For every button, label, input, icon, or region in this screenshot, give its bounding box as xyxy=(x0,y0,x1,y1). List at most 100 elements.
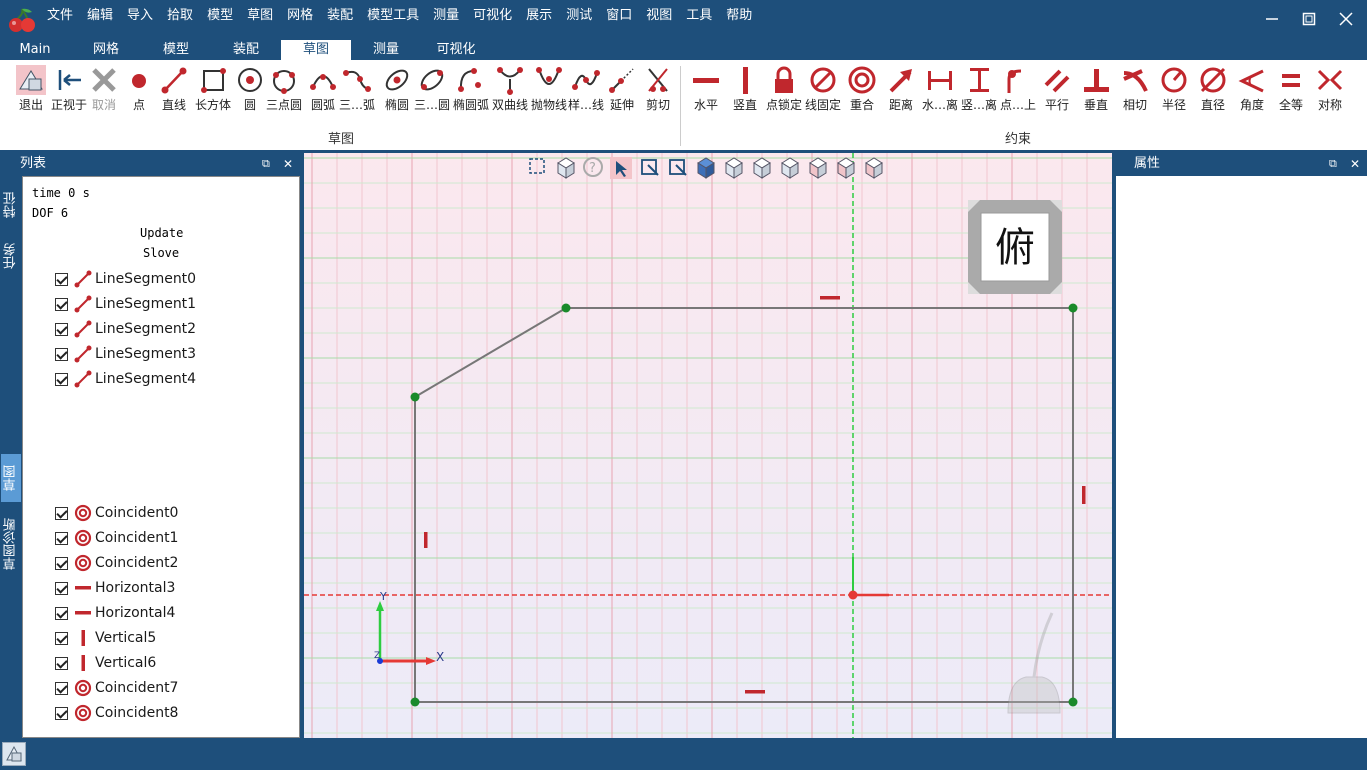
sketch-vertex xyxy=(561,303,571,313)
visibility-checkbox[interactable] xyxy=(55,581,68,595)
viewport-drawing[interactable]: ? 俯 X Y Z xyxy=(304,153,1112,738)
sketch-status-icon[interactable] xyxy=(2,742,26,766)
menu-item-9[interactable]: 测量 xyxy=(426,0,466,32)
symmetric-label: 对称 xyxy=(1317,98,1342,112)
tab-2[interactable]: 模型 xyxy=(145,40,207,60)
segment-row[interactable]: LineSegment3 xyxy=(55,342,196,366)
constraint-row[interactable]: Coincident8 xyxy=(55,701,178,725)
visibility-checkbox[interactable] xyxy=(55,372,68,386)
tab-3[interactable]: 装配 xyxy=(215,40,277,60)
menu-item-13[interactable]: 窗口 xyxy=(599,0,639,32)
visibility-checkbox[interactable] xyxy=(55,681,68,695)
menu-item-1[interactable]: 编辑 xyxy=(80,0,120,32)
tab-6[interactable]: 可视化 xyxy=(425,40,487,60)
view-tool-icon[interactable] xyxy=(610,157,632,179)
segment-row[interactable]: LineSegment1 xyxy=(55,292,196,316)
menu-item-14[interactable]: 视图 xyxy=(639,0,679,32)
view-tool-icon[interactable] xyxy=(697,157,715,179)
row-label: Horizontal3 xyxy=(95,580,176,596)
constraint-row[interactable]: Horizontal4 xyxy=(55,601,175,625)
menu-item-15[interactable]: 工具 xyxy=(679,0,719,32)
visibility-checkbox[interactable] xyxy=(55,556,68,570)
visibility-checkbox[interactable] xyxy=(55,631,68,645)
menu-item-7[interactable]: 装配 xyxy=(320,0,360,32)
visibility-checkbox[interactable] xyxy=(55,656,68,670)
update-button[interactable]: Update xyxy=(140,226,183,240)
view-cube[interactable]: 俯 xyxy=(968,200,1062,294)
left-tab-1[interactable]: 任务 xyxy=(1,234,21,278)
equal-icon xyxy=(1271,64,1311,96)
trim-button[interactable]: 剪切 xyxy=(638,64,678,120)
visibility-checkbox[interactable] xyxy=(55,531,68,545)
constraint-row[interactable]: Vertical5 xyxy=(55,626,156,650)
visibility-checkbox[interactable] xyxy=(55,506,68,520)
constraint-row[interactable]: Coincident2 xyxy=(55,551,178,575)
spline-icon xyxy=(566,64,606,96)
constraint-row[interactable]: Coincident7 xyxy=(55,676,178,700)
constraint-row[interactable]: Coincident1 xyxy=(55,526,178,550)
view-tool-icon[interactable] xyxy=(865,157,883,179)
view-tool-icon[interactable] xyxy=(753,157,771,179)
visibility-checkbox[interactable] xyxy=(55,297,68,311)
row-label: Coincident8 xyxy=(95,705,179,721)
normal-to-icon xyxy=(49,64,89,96)
props-close-icon[interactable]: ✕ xyxy=(1350,153,1360,175)
left-tab-2[interactable]: 草图 xyxy=(1,454,21,502)
close-icon[interactable] xyxy=(1332,6,1360,32)
menu-item-11[interactable]: 展示 xyxy=(519,0,559,32)
coincident-icon xyxy=(74,554,92,572)
row-label: Coincident2 xyxy=(95,555,179,571)
visibility-checkbox[interactable] xyxy=(55,347,68,361)
menu-item-12[interactable]: 测试 xyxy=(559,0,599,32)
menu-item-6[interactable]: 网格 xyxy=(280,0,320,32)
radius-icon xyxy=(1154,64,1194,96)
tab-4[interactable]: 草图 xyxy=(281,40,351,60)
segment-row[interactable]: LineSegment2 xyxy=(55,317,196,341)
segment-row[interactable]: LineSegment0 xyxy=(55,267,196,291)
view-tool-icon[interactable] xyxy=(781,157,799,179)
ribbon: 草图 约束 退出 正视于 取消点直线 长方体圆三点圆 圆弧 三…弧 椭圆 三…圆 椭圆弧 双曲线抛… xyxy=(0,60,1367,150)
ellipse-icon xyxy=(377,64,417,96)
menu-item-4[interactable]: 模型 xyxy=(200,0,240,32)
constraint-row[interactable]: Coincident0 xyxy=(55,501,178,525)
segment-row[interactable]: LineSegment4 xyxy=(55,367,196,391)
horizontal-icon xyxy=(74,604,92,622)
view-tool-icon[interactable] xyxy=(669,159,687,176)
left-tab-3[interactable]: 草图诊断 xyxy=(1,504,21,584)
visibility-checkbox[interactable] xyxy=(55,706,68,720)
constraint-row[interactable]: Horizontal3 xyxy=(55,576,175,600)
visibility-checkbox[interactable] xyxy=(55,322,68,336)
menu-item-5[interactable]: 草图 xyxy=(240,0,280,32)
tab-1[interactable]: 网格 xyxy=(75,40,137,60)
maximize-icon[interactable] xyxy=(1295,6,1323,32)
z-axis-label: Z xyxy=(374,651,380,661)
tab-0[interactable]: Main xyxy=(4,40,66,60)
menu-item-10[interactable]: 可视化 xyxy=(466,0,519,32)
view-tool-icon[interactable] xyxy=(641,159,659,176)
left-tab-0[interactable]: 特征 xyxy=(1,180,21,230)
menu-item-8[interactable]: 模型工具 xyxy=(360,0,426,32)
extend-icon xyxy=(602,64,642,96)
view-tool-icon[interactable] xyxy=(837,157,855,179)
menu-item-16[interactable]: 帮助 xyxy=(719,0,759,32)
visibility-checkbox[interactable] xyxy=(55,272,68,286)
menu-item-2[interactable]: 导入 xyxy=(120,0,160,32)
props-float-icon[interactable]: ⧉ xyxy=(1329,153,1337,175)
menu-item-3[interactable]: 拾取 xyxy=(160,0,200,32)
vertical-icon xyxy=(74,629,92,647)
view-tool-icon[interactable] xyxy=(809,157,827,179)
point-lock-icon xyxy=(764,64,804,96)
visibility-checkbox[interactable] xyxy=(55,606,68,620)
constraint-row[interactable]: Vertical6 xyxy=(55,651,156,675)
view-tool-icon[interactable] xyxy=(725,157,743,179)
tab-5[interactable]: 测量 xyxy=(355,40,417,60)
minimize-icon[interactable] xyxy=(1258,6,1286,32)
menu-item-0[interactable]: 文件 xyxy=(40,0,80,32)
symmetric-button[interactable]: 对称 xyxy=(1310,64,1350,120)
float-icon[interactable]: ⧉ xyxy=(262,153,270,175)
constraint-group-label: 约束 xyxy=(1005,132,1032,147)
sketch-viewport[interactable]: ? 俯 X Y Z xyxy=(304,153,1112,738)
panel-close-icon[interactable]: ✕ xyxy=(283,153,293,175)
slove-button[interactable]: Slove xyxy=(143,246,179,260)
view-tool-icon[interactable] xyxy=(557,157,575,179)
